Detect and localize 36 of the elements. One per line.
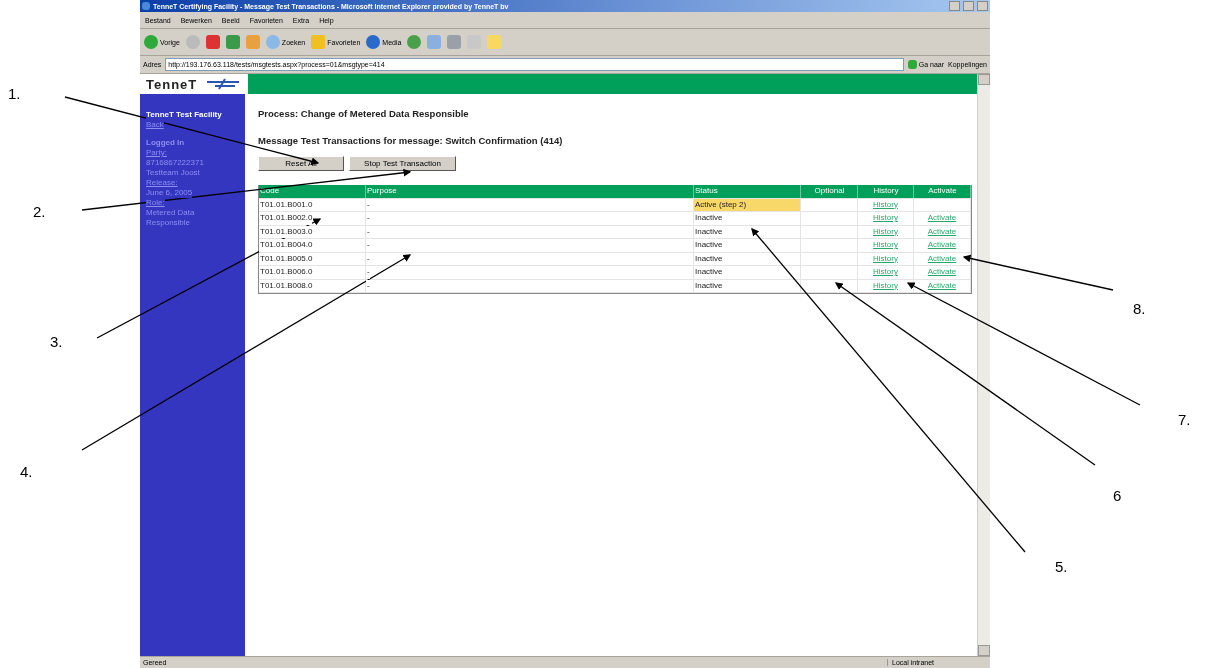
callout-number: 3. — [50, 333, 63, 350]
sidebar-link[interactable]: Party: — [146, 148, 167, 158]
sidebar-text: 8716867222371 — [146, 158, 204, 168]
column-header: Purpose — [366, 185, 694, 198]
sidebar-text: Logged In — [146, 138, 185, 148]
column-header: Status — [694, 185, 801, 198]
sidebar-text: June 6, 2005 — [146, 188, 193, 198]
sidebar-text: TenneT Test Facility — [146, 110, 222, 120]
callout-number: 5. — [1055, 558, 1068, 575]
scrollbar[interactable] — [977, 74, 990, 656]
activate-link[interactable]: Activate — [927, 266, 957, 279]
history-link[interactable]: History — [873, 212, 898, 225]
sidebar-link[interactable]: Back — [146, 120, 164, 130]
action-button[interactable]: Reset All — [258, 156, 344, 171]
callout-number: 4. — [20, 463, 33, 480]
message-title: Message Test Transactions for message: Switch Confirmation (414) — [258, 135, 564, 146]
column-header: Activate — [914, 185, 971, 198]
sidebar-link[interactable]: Role: — [146, 198, 165, 208]
callout-number: 8. — [1133, 300, 1146, 317]
table-cell: T01.01.B002.0 — [259, 212, 313, 225]
activate-link[interactable]: Activate — [927, 239, 957, 252]
callout-number: 1. — [8, 85, 21, 102]
callout-number: 7. — [1178, 411, 1191, 428]
column-header: Code — [259, 185, 366, 198]
column-header: Optional — [801, 185, 858, 198]
process-title: Process: Change of Metered Data Responsible — [258, 108, 470, 119]
history-link[interactable]: History — [873, 266, 898, 279]
history-link[interactable]: History — [873, 239, 898, 252]
callout-number: 2. — [33, 203, 46, 220]
activate-link[interactable]: Activate — [927, 212, 957, 225]
sidebar-text: Testteam Joost — [146, 168, 200, 178]
action-button[interactable]: Stop Test Transaction — [349, 156, 456, 171]
column-header: History — [858, 185, 914, 198]
sidebar-link[interactable]: Release: — [146, 178, 178, 188]
callout-number: 6 — [1113, 487, 1122, 504]
table-cell: T01.01.B004.0 — [259, 239, 313, 252]
